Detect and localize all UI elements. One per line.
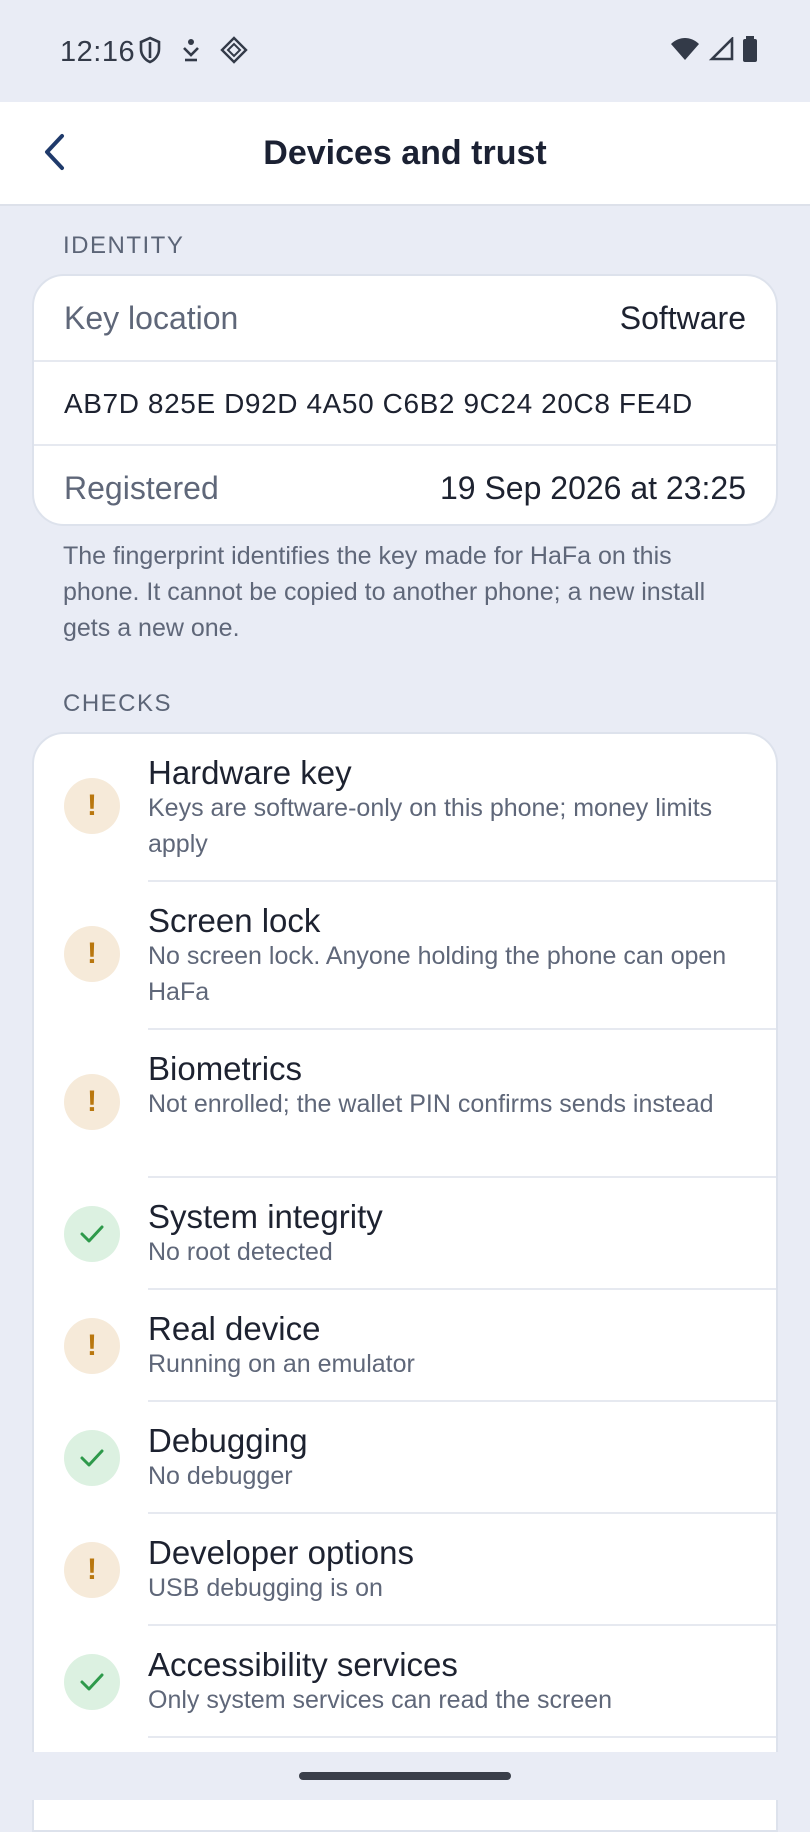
identity-card: Key location Software AB7D 825E D92D 4A5… (32, 274, 778, 526)
check-description: Keys are software-only on this phone; mo… (148, 794, 713, 858)
check-title: Real device (148, 1310, 321, 1347)
checkmark-icon (64, 1430, 120, 1486)
check-description: No screen lock. Anyone holding the phone… (148, 942, 727, 1006)
divider (148, 1736, 776, 1738)
gesture-nav-bar (0, 1752, 810, 1800)
key-location-label: Key location (64, 299, 239, 336)
check-title: Biometrics (148, 1050, 303, 1087)
checkmark-icon (64, 1654, 120, 1710)
shield-icon (138, 36, 162, 69)
warning-icon: ! (64, 926, 120, 982)
check-description: Only system services can read the screen (148, 1686, 613, 1714)
check-title: Hardware key (148, 754, 352, 791)
warning-icon: ! (64, 778, 120, 834)
status-bar: 12:16 (0, 0, 810, 102)
fingerprint-note: The fingerprint identifies the key made … (63, 542, 706, 642)
identity-header: IDENTITY (63, 232, 185, 259)
check-title: Accessibility services (148, 1646, 458, 1683)
check-row-hardware-key[interactable]: ! Hardware key Keys are software-only on… (34, 734, 776, 882)
key-location-value: Software (619, 299, 746, 336)
fingerprint-value: AB7D 825E D92D 4A50 C6B2 9C24 20C8 FE4D (64, 388, 693, 419)
status-time: 12:16 (60, 36, 136, 68)
check-row-screen-lock[interactable]: ! Screen lock No screen lock. Anyone hol… (34, 882, 776, 1030)
check-row-real-device[interactable]: ! Real device Running on an emulator (34, 1290, 776, 1402)
key-location-row: Key location Software (34, 276, 776, 360)
fingerprint-row[interactable]: AB7D 825E D92D 4A50 C6B2 9C24 20C8 FE4D (34, 362, 776, 446)
check-title: Screen lock (148, 902, 321, 939)
check-row-debugging[interactable]: Debugging No debugger (34, 1402, 776, 1514)
check-description: USB debugging is on (148, 1574, 383, 1602)
status-icons-left (138, 36, 248, 69)
check-row-biometrics[interactable]: ! Biometrics Not enrolled; the wallet PI… (34, 1030, 776, 1178)
page-title: Devices and trust (263, 134, 547, 172)
check-row-accessibility-services[interactable]: Accessibility services Only system servi… (34, 1626, 776, 1738)
home-indicator[interactable] (299, 1772, 511, 1780)
checks-header: CHECKS (63, 690, 173, 717)
registered-value: 19 Sep 2026 at 23:25 (439, 469, 746, 506)
check-description: No debugger (148, 1462, 293, 1490)
warning-icon: ! (64, 1542, 120, 1598)
battery-icon (742, 36, 758, 67)
check-description: Running on an emulator (148, 1350, 415, 1378)
app-bar: Devices and trust (0, 102, 810, 206)
registered-row: Registered 19 Sep 2026 at 23:25 (34, 446, 776, 524)
signal-icon (708, 35, 734, 66)
checkmark-icon (64, 1206, 120, 1262)
check-title: Debugging (148, 1422, 308, 1459)
status-icons-right (670, 35, 758, 67)
checks-card: ! Hardware key Keys are software-only on… (32, 732, 778, 1832)
registered-label: Registered (64, 469, 219, 506)
check-description: No root detected (148, 1238, 333, 1266)
diamond-icon (220, 36, 248, 69)
check-row-developer-options[interactable]: ! Developer options USB debugging is on (34, 1514, 776, 1626)
warning-icon: ! (64, 1318, 120, 1374)
check-description: Not enrolled; the wallet PIN confirms se… (148, 1090, 714, 1118)
check-title: System integrity (148, 1198, 383, 1235)
check-title: Developer options (148, 1534, 414, 1571)
warning-icon: ! (64, 1074, 120, 1130)
wifi-icon (670, 37, 700, 66)
check-row-system-integrity[interactable]: System integrity No root detected (34, 1178, 776, 1290)
download-icon (180, 37, 202, 68)
